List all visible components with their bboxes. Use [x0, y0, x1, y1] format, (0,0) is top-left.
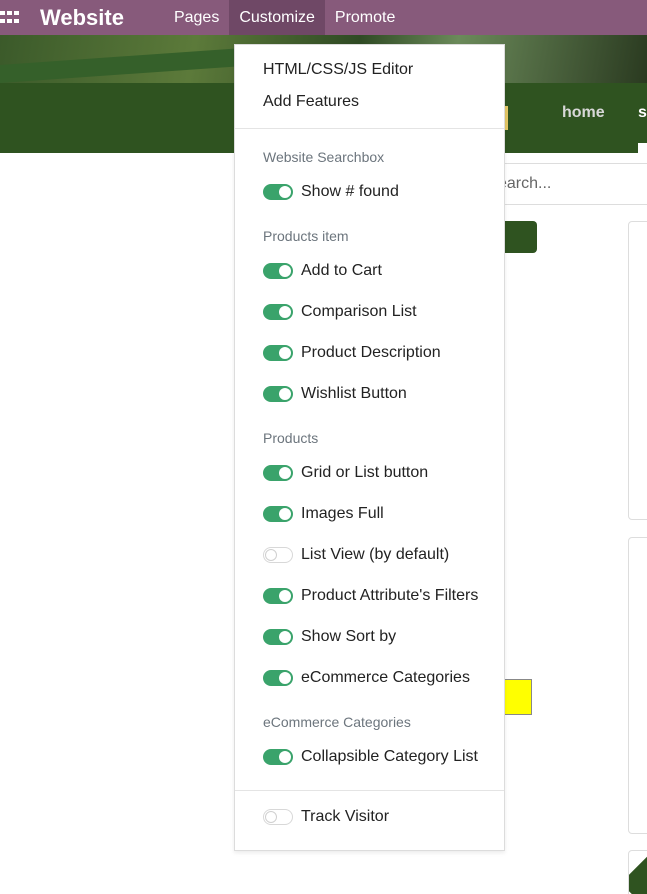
top-navbar: Website Pages Customize Promote: [0, 0, 647, 35]
section-header-products: Products: [263, 430, 319, 446]
toggle-switch[interactable]: [263, 345, 293, 361]
option-comparison-list[interactable]: Comparison List: [263, 302, 417, 322]
product-card[interactable]: [628, 537, 647, 834]
option-label: Grid or List button: [301, 464, 429, 481]
product-card[interactable]: [628, 850, 647, 894]
toggle-switch[interactable]: [263, 809, 293, 825]
option-attribute-filters[interactable]: Product Attribute's Filters: [263, 586, 478, 606]
option-add-to-cart[interactable]: Add to Cart: [263, 261, 382, 281]
toggle-switch[interactable]: [263, 629, 293, 645]
section-header-ecommerce-categories: eCommerce Categories: [263, 714, 411, 730]
toggle-switch[interactable]: [263, 304, 293, 320]
search-placeholder: earch...: [498, 175, 552, 192]
option-label: Collapsible Category List: [301, 748, 478, 765]
toggle-switch[interactable]: [263, 506, 293, 522]
product-search-input[interactable]: earch...: [480, 163, 647, 205]
option-label: Images Full: [301, 505, 384, 522]
option-label: List View (by default): [301, 546, 450, 563]
toggle-switch[interactable]: [263, 263, 293, 279]
menu-customize[interactable]: Customize: [229, 0, 325, 35]
toggle-switch[interactable]: [263, 386, 293, 402]
option-label: eCommerce Categories: [301, 669, 470, 686]
option-label: Add to Cart: [301, 262, 382, 279]
apps-menu-icon[interactable]: [0, 0, 22, 35]
grid-icon: [0, 10, 20, 25]
option-grid-or-list[interactable]: Grid or List button: [263, 463, 428, 483]
option-label: Wishlist Button: [301, 385, 407, 402]
add-features-link[interactable]: Add Features: [263, 93, 359, 111]
divider: [235, 790, 504, 791]
option-images-full[interactable]: Images Full: [263, 504, 384, 524]
divider: [235, 128, 504, 129]
toggle-switch[interactable]: [263, 588, 293, 604]
section-header-products-item: Products item: [263, 228, 349, 244]
product-card[interactable]: [628, 221, 647, 520]
toggle-switch[interactable]: [263, 670, 293, 686]
html-css-js-editor-link[interactable]: HTML/CSS/JS Editor: [263, 61, 413, 79]
option-track-visitor[interactable]: Track Visitor: [263, 807, 389, 827]
option-list-view-default[interactable]: List View (by default): [263, 545, 449, 565]
option-show-found[interactable]: Show # found: [263, 182, 399, 202]
option-collapsible-category-list[interactable]: Collapsible Category List: [263, 747, 478, 767]
brand-title[interactable]: Website: [40, 5, 124, 31]
option-show-sort-by[interactable]: Show Sort by: [263, 627, 396, 647]
toggle-switch[interactable]: [263, 749, 293, 765]
section-header-searchbox: Website Searchbox: [263, 149, 385, 165]
top-menu: Pages Customize Promote: [164, 0, 405, 35]
option-label: Product Description: [301, 344, 441, 361]
menu-pages[interactable]: Pages: [164, 0, 229, 35]
toggle-switch[interactable]: [263, 547, 293, 563]
option-label: Show # found: [301, 183, 399, 200]
option-label: Product Attribute's Filters: [301, 587, 479, 604]
customize-dropdown: HTML/CSS/JS Editor Add Features Website …: [234, 44, 505, 851]
option-product-description[interactable]: Product Description: [263, 343, 441, 363]
site-nav-home[interactable]: home: [562, 104, 605, 122]
option-ecommerce-categories[interactable]: eCommerce Categories: [263, 668, 470, 688]
nav-active-indicator: [638, 143, 647, 153]
site-nav-partial[interactable]: s: [638, 104, 647, 122]
option-label: Show Sort by: [301, 628, 397, 645]
option-label: Track Visitor: [301, 808, 390, 825]
option-label: Comparison List: [301, 303, 417, 320]
toggle-switch[interactable]: [263, 184, 293, 200]
toggle-switch[interactable]: [263, 465, 293, 481]
option-wishlist-button[interactable]: Wishlist Button: [263, 384, 407, 404]
menu-promote[interactable]: Promote: [325, 0, 405, 35]
